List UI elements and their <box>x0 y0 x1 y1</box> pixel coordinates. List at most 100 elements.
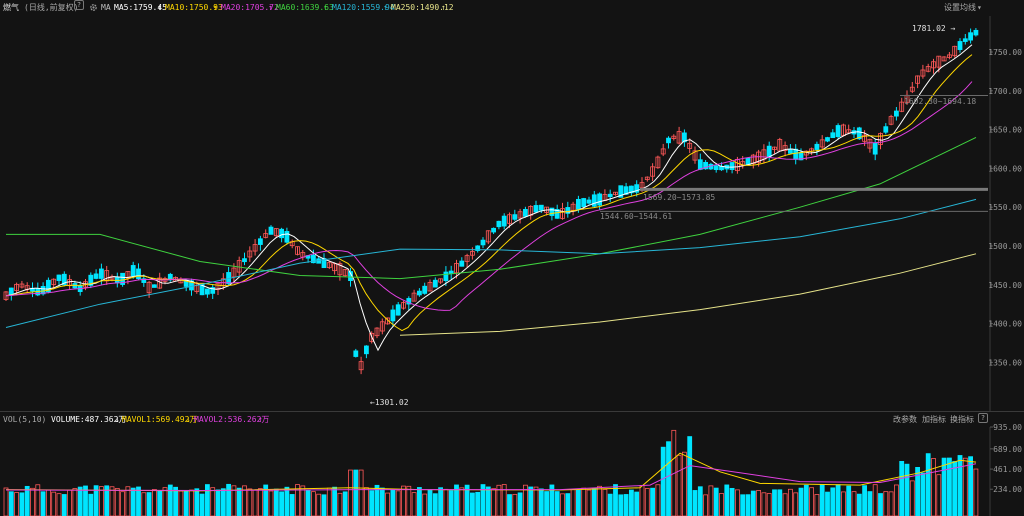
volume-bar <box>438 487 444 516</box>
volume-bar <box>432 493 438 516</box>
volume-bar <box>894 484 899 516</box>
volume-bar <box>629 489 634 516</box>
volume-bar <box>114 488 120 516</box>
price-axis-label: 1700.00 <box>988 87 1022 96</box>
volume-bar <box>888 491 894 516</box>
add-indicator-button[interactable]: 加指标 <box>922 413 946 427</box>
volume-bar <box>194 488 200 516</box>
candle-body <box>533 205 539 213</box>
volume-bar <box>125 486 131 516</box>
volume-bar <box>99 486 104 516</box>
volume-bar <box>597 485 602 516</box>
volume-bar <box>655 484 661 516</box>
up-arrow-icon: ↑ <box>258 415 263 424</box>
volume-bar <box>459 487 465 516</box>
volume-bar <box>856 493 862 516</box>
candle-body <box>766 145 772 158</box>
volume-bar <box>931 458 936 516</box>
volume-bar <box>51 491 57 516</box>
candle-body <box>523 208 528 217</box>
candle-body <box>729 162 735 170</box>
candle-body <box>136 268 141 280</box>
candle-body <box>597 193 602 206</box>
volume-bar <box>825 491 830 516</box>
candle-body <box>422 285 428 294</box>
volume-bar <box>316 493 322 516</box>
mavol2-line <box>5 463 977 492</box>
volume-bar <box>761 492 767 516</box>
volume-bar <box>300 485 306 516</box>
volume-bar <box>226 483 232 516</box>
volume-bar <box>448 490 454 516</box>
candle-body <box>491 227 497 233</box>
volume-bar <box>247 488 253 516</box>
volume-bar <box>257 488 263 516</box>
price-axis-label: 1350.00 <box>988 358 1022 367</box>
volume-bar <box>660 446 666 516</box>
volume-bar <box>570 489 576 516</box>
volume-bar <box>740 494 746 516</box>
volume-axis-label: 689.00 <box>993 445 1022 454</box>
volume-bar <box>909 480 915 516</box>
volume-bar <box>554 491 560 516</box>
volume-bar <box>61 494 67 516</box>
volume-bar <box>130 487 136 516</box>
price-axis-label: 1650.00 <box>988 126 1022 135</box>
candle-body <box>894 110 899 117</box>
volume-bar <box>872 484 878 516</box>
candlestick-chart[interactable]: 1750.00 1700.00 1650.00 1600.00 1550.00 1500.… <box>0 0 1024 516</box>
volume-bar <box>109 486 115 516</box>
volume-bar <box>215 489 221 516</box>
volume-bar <box>973 468 979 516</box>
down-arrow-icon: ↓ <box>186 415 191 424</box>
volume-bar <box>162 487 168 516</box>
volume-bar <box>735 489 740 516</box>
volume-indicator-label[interactable]: VOL(5,10) <box>3 413 46 427</box>
candle-body <box>284 231 290 243</box>
ma120-line <box>5 198 977 328</box>
volume-bar <box>644 488 650 516</box>
switch-indicator-button[interactable]: 换指标 <box>950 413 974 427</box>
volume-bar <box>395 490 401 516</box>
volume-bar <box>14 492 20 516</box>
volume-bar <box>385 492 391 516</box>
candle-body <box>416 290 422 296</box>
volume-bar <box>750 490 756 516</box>
price-axis-label: 1600.00 <box>988 164 1022 173</box>
candle-body <box>591 194 597 207</box>
candle-body <box>825 137 830 142</box>
volume-bar <box>289 494 295 516</box>
volume-bar <box>613 484 618 516</box>
change-params-button[interactable]: 改参数 <box>893 413 917 427</box>
price-axis-label: 1500.00 <box>988 242 1022 251</box>
range-label: 1544.60~1544.61 <box>600 212 672 221</box>
candle-body <box>363 345 369 355</box>
volume-bar <box>348 469 353 516</box>
volume-bar <box>310 491 316 516</box>
volume-bar <box>204 484 210 516</box>
volume-bar <box>236 487 242 516</box>
volume-bar <box>220 488 226 516</box>
volume-bar <box>178 490 184 516</box>
volume-bar <box>862 485 867 516</box>
candle-body <box>830 132 836 139</box>
volume-bar <box>485 486 491 516</box>
volume-bar <box>507 494 512 516</box>
volume-bar <box>24 485 30 516</box>
candle-body <box>151 284 157 288</box>
volume-bar <box>925 453 931 516</box>
volume-bar <box>798 487 804 516</box>
volume-bar <box>634 491 640 516</box>
volume-bar <box>713 487 719 516</box>
volume-bar <box>342 491 348 516</box>
volume-bar <box>46 489 51 516</box>
volume-bar <box>904 463 910 516</box>
volume-bar <box>697 486 703 516</box>
volume-bar <box>151 489 157 516</box>
candle-body <box>835 125 841 138</box>
candle-body <box>93 273 99 279</box>
candle-body <box>973 29 979 36</box>
candle-body <box>480 239 486 246</box>
candle-body <box>565 207 571 214</box>
volume-bar <box>745 494 751 516</box>
